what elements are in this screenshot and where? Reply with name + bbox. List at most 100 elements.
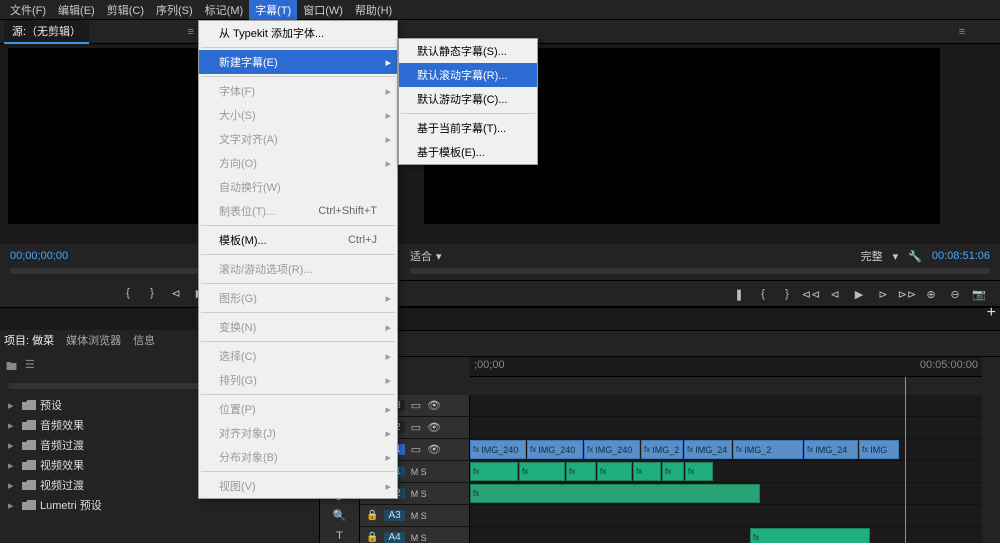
folder-icon (22, 400, 36, 410)
audio-track-header[interactable]: 🔒A4M S (360, 527, 470, 543)
transport-button[interactable]: ⊲⊲ (804, 287, 818, 301)
menu-编辑(E)[interactable]: 编辑(E) (52, 0, 101, 20)
fx-badge: fx (807, 445, 813, 454)
eye-icon[interactable]: 👁 (427, 443, 441, 456)
video-clip[interactable]: fxIMG_2 (641, 440, 683, 459)
menu-序列(S)[interactable]: 序列(S) (150, 0, 199, 20)
menu-标记(M)[interactable]: 标记(M) (199, 0, 250, 20)
menu-文件(F)[interactable]: 文件(F) (4, 0, 52, 20)
menu-剪辑(C)[interactable]: 剪辑(C) (101, 0, 150, 20)
source-tab[interactable]: 源:（无剪辑） (4, 20, 89, 44)
fx-badge: fx (736, 445, 742, 454)
source-timecode: 00;00;00;00 (10, 250, 68, 262)
transport-button[interactable]: 📷 (972, 287, 986, 301)
menu-item: 字体(F) (199, 79, 397, 103)
fx-badge: fx (587, 445, 593, 454)
settings-icon[interactable]: 🔧 (908, 250, 922, 263)
fit-dropdown[interactable]: 适合 (410, 248, 432, 264)
audio-track-header[interactable]: 🔒A3M S (360, 505, 470, 526)
menu-item: 图形(G) (199, 286, 397, 310)
eye-icon[interactable]: 👁 (427, 421, 441, 434)
playhead[interactable] (905, 377, 906, 543)
fx-badge: fx (644, 445, 650, 454)
toggle-output-icon[interactable]: ▭ (411, 399, 421, 412)
video-clip[interactable]: fxIMG_240 (470, 440, 526, 459)
transport-button[interactable]: ⊕ (924, 287, 938, 301)
menu-item: 排列(G) (199, 368, 397, 392)
menu-字幕(T)[interactable]: 字幕(T) (249, 0, 297, 20)
project-tab[interactable]: 信息 (133, 332, 155, 348)
folder-icon (22, 460, 36, 470)
video-clip[interactable]: fxIMG_24 (684, 440, 732, 459)
new-bin-icon[interactable]: 🖿 (6, 358, 17, 377)
chevron-down-icon[interactable]: ▾ (436, 250, 442, 263)
lock-icon[interactable]: 🔒 (366, 532, 378, 543)
timeline-tool[interactable]: 🔍 (332, 508, 348, 523)
lock-icon[interactable]: 🔒 (366, 510, 378, 521)
menu-item[interactable]: 从 Typekit 添加字体... (199, 21, 397, 45)
submenu-item[interactable]: 默认滚动字幕(R)... (399, 63, 537, 87)
menu-窗口(W)[interactable]: 窗口(W) (297, 0, 349, 20)
menu-帮助(H)[interactable]: 帮助(H) (349, 0, 398, 20)
src-transport-button[interactable]: } (145, 286, 159, 300)
quality-dropdown[interactable]: 完整 (861, 248, 883, 264)
transport-button[interactable]: ⊳ (876, 287, 890, 301)
menu-item: 选择(C) (199, 344, 397, 368)
video-clip[interactable]: fxIMG_2 (733, 440, 803, 459)
menu-item: 分布对象(B) (199, 445, 397, 469)
audio-clip[interactable]: fx (633, 462, 661, 481)
submenu-item[interactable]: 默认游动字幕(C)... (399, 87, 537, 111)
program-scrubber[interactable] (410, 268, 990, 274)
ruler-tick: ;00;00 (474, 359, 505, 374)
menu-item: 位置(P) (199, 397, 397, 421)
video-clip[interactable]: fxIMG (859, 440, 899, 459)
eye-icon[interactable]: 👁 (427, 399, 441, 412)
toggle-output-icon[interactable]: ▭ (411, 443, 421, 456)
transport-button[interactable]: ⊖ (948, 287, 962, 301)
menu-item: 自动换行(W) (199, 175, 397, 199)
fx-badge: fx (569, 467, 575, 476)
audio-clip[interactable]: fx (597, 462, 632, 481)
project-tab[interactable]: 项目: 做菜 (4, 332, 54, 348)
video-clip[interactable]: fxIMG_24 (804, 440, 858, 459)
menu-item: 变换(N) (199, 315, 397, 339)
panel-menu-icon[interactable]: ≡ (959, 26, 965, 38)
audio-clip[interactable]: fx (750, 528, 870, 543)
audio-clip[interactable]: fx (685, 462, 713, 481)
audio-clip[interactable]: fx (566, 462, 596, 481)
project-tab[interactable]: 媒体浏览器 (66, 332, 121, 348)
src-transport-button[interactable]: { (121, 286, 135, 300)
folder-icon (22, 440, 36, 450)
submenu-item[interactable]: 默认静态字幕(S)... (399, 39, 537, 63)
submenu-item[interactable]: 基于模板(E)... (399, 140, 537, 164)
src-transport-button[interactable]: ⊲ (169, 286, 183, 300)
menu-item[interactable]: 模板(M)...Ctrl+J (199, 228, 397, 252)
menu-item[interactable]: 新建字幕(E) (199, 50, 397, 74)
folder-icon (22, 500, 36, 510)
transport-button[interactable]: { (756, 287, 770, 301)
fx-badge: fx (665, 467, 671, 476)
transport-button[interactable]: } (780, 287, 794, 301)
timeline-tool[interactable]: T (332, 528, 348, 543)
menu-item: 方向(O) (199, 151, 397, 175)
video-clip[interactable]: fxIMG_240 (527, 440, 583, 459)
transport-button[interactable]: ⊲ (828, 287, 842, 301)
transport-button[interactable]: ⊳⊳ (900, 287, 914, 301)
add-button[interactable]: + (987, 304, 996, 322)
fx-badge: fx (688, 467, 694, 476)
folder-icon (22, 480, 36, 490)
audio-clip[interactable]: fx (519, 462, 565, 481)
submenu-item: 基于当前字幕(T)... (399, 116, 537, 140)
audio-clip[interactable]: fx (662, 462, 684, 481)
fx-badge: fx (522, 467, 528, 476)
toggle-output-icon[interactable]: ▭ (411, 421, 421, 434)
chevron-down-icon[interactable]: ▾ (893, 250, 899, 263)
transport-button[interactable]: ▶ (852, 287, 866, 301)
video-clip[interactable]: fxIMG_240 (584, 440, 640, 459)
fx-badge: fx (636, 467, 642, 476)
fx-badge: fx (473, 467, 479, 476)
audio-clip[interactable]: fx (470, 484, 760, 503)
audio-clip[interactable]: fx (470, 462, 518, 481)
list-view-icon[interactable]: ☰ (25, 358, 35, 377)
transport-button[interactable]: ❚ (732, 287, 746, 301)
